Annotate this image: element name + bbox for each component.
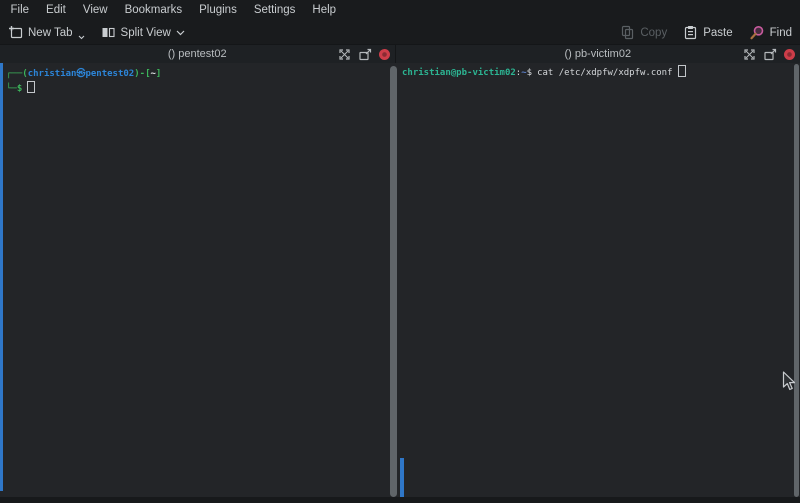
new-output-indicator-right <box>400 458 404 497</box>
menu-edit[interactable]: Edit <box>38 0 75 21</box>
copy-button[interactable]: Copy <box>620 25 667 40</box>
menu-settings[interactable]: Settings <box>245 0 304 21</box>
menu-view[interactable]: View <box>74 0 116 21</box>
split-title-pb-victim02: () pb-victim02 <box>564 48 631 60</box>
terminal-area: ┌──(christian㉿pentest02)-[~] └─$ christi… <box>0 63 800 497</box>
caret-down-icon <box>78 35 85 40</box>
window-bottom-edge <box>0 497 800 503</box>
toolbar: New Tab Split View Copy <box>0 21 800 45</box>
tab-new-icon <box>8 25 23 40</box>
prompt-user-host: christian@pb-victim02 <box>402 68 516 78</box>
magnifier-icon <box>749 25 765 41</box>
close-icon[interactable] <box>379 49 390 60</box>
split-title-pentest02: () pentest02 <box>168 48 227 60</box>
terminal-cursor <box>678 65 686 77</box>
chevron-down-icon <box>176 30 185 36</box>
menu-help[interactable]: Help <box>304 0 345 21</box>
detach-tab-icon[interactable] <box>763 48 777 61</box>
paste-icon <box>683 25 698 40</box>
terminal-pb-victim02[interactable]: christian@pb-victim02:~$cat /etc/xdpfw/x… <box>399 63 792 497</box>
copy-label: Copy <box>640 27 667 39</box>
split-header-controls-left <box>338 45 390 63</box>
split-header-pentest02[interactable]: () pentest02 <box>0 45 395 63</box>
copy-icon <box>620 25 635 40</box>
prompt-frame-open: ┌──( <box>6 69 28 79</box>
command-line: christian@pb-victim02:~$cat /etc/xdpfw/x… <box>399 65 792 80</box>
split-view-icon <box>101 25 116 40</box>
split-header-controls-right <box>743 45 795 63</box>
paste-label: Paste <box>703 27 732 39</box>
split-header-pb-victim02[interactable]: () pb-victim02 <box>395 45 800 63</box>
left-pane-scrollbar[interactable] <box>388 63 399 497</box>
split-view-button[interactable]: Split View <box>101 25 185 40</box>
right-pane-scrollbar[interactable] <box>792 63 800 497</box>
new-tab-label: New Tab <box>28 27 73 39</box>
prompt-frame-close: ] <box>156 69 161 79</box>
detach-tab-icon[interactable] <box>358 48 372 61</box>
scrollbar-thumb[interactable] <box>794 64 799 497</box>
mouse-cursor <box>782 371 797 392</box>
prompt-dollar: └─$ <box>6 84 22 94</box>
split-headers: () pentest02 () pb-victim02 <box>0 45 800 63</box>
find-button[interactable]: Find <box>749 25 792 41</box>
maximize-split-icon[interactable] <box>743 48 756 61</box>
typed-command: cat /etc/xdpfw/xdpfw.conf <box>537 68 672 78</box>
prompt-dollar: $ <box>527 68 532 78</box>
find-label: Find <box>770 27 792 39</box>
close-icon[interactable] <box>784 49 795 60</box>
paste-button[interactable]: Paste <box>683 25 732 40</box>
prompt-line-2: └─$ <box>0 81 388 96</box>
terminal-cursor <box>27 81 35 93</box>
prompt-frame-mid: )-[ <box>134 69 150 79</box>
prompt-user-host: christian㉿pentest02 <box>28 69 135 79</box>
menu-file[interactable]: File <box>2 0 38 21</box>
menu-bar: File Edit View Bookmarks Plugins Setting… <box>0 0 800 21</box>
menu-plugins[interactable]: Plugins <box>191 0 246 21</box>
maximize-split-icon[interactable] <box>338 48 351 61</box>
split-view-label: Split View <box>121 27 171 39</box>
prompt-line-1: ┌──(christian㉿pentest02)-[~] <box>0 68 388 81</box>
scrollbar-thumb[interactable] <box>390 66 397 497</box>
new-tab-button[interactable]: New Tab <box>8 25 85 40</box>
new-output-indicator-left <box>0 63 3 491</box>
menu-bookmarks[interactable]: Bookmarks <box>116 0 191 21</box>
terminal-pentest02[interactable]: ┌──(christian㉿pentest02)-[~] └─$ <box>0 63 388 497</box>
